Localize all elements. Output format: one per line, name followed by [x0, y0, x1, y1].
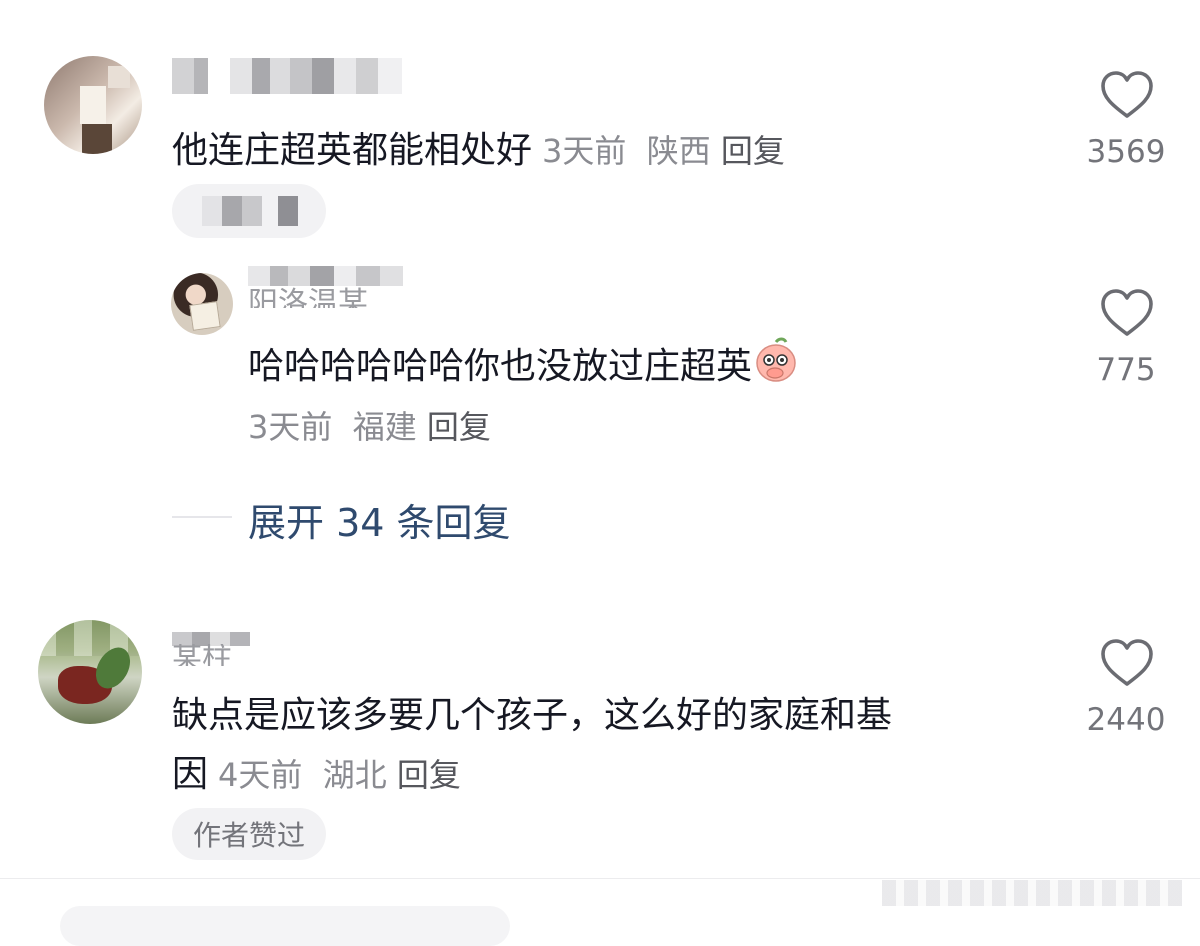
expand-replies-button[interactable]: 展开 34 条回复	[248, 492, 511, 547]
reply-button[interactable]: 回复	[397, 756, 461, 794]
like-count: 3569	[1086, 134, 1166, 170]
like-button[interactable]	[1100, 70, 1154, 120]
comment-text: 缺点是应该多要几个孩子，这么好的家庭和基	[172, 695, 893, 736]
comment: 因 4天前 湖北 回复	[172, 750, 461, 797]
comment-time: 3天前	[248, 408, 333, 446]
comment-meta: 4天前 湖北 回复	[218, 756, 461, 794]
like-count: 775	[1096, 352, 1156, 388]
comment-location: 福建	[352, 408, 417, 446]
username[interactable]: 阳洛温某	[248, 282, 368, 308]
comment: 他连庄超英都能相处好 3天前 陕西 回复	[172, 126, 785, 173]
comment: 哈哈哈哈哈哈你也没放过庄超英	[248, 336, 798, 389]
author-liked-label: 作者赞过	[192, 819, 305, 852]
comment-time: 4天前	[218, 756, 303, 794]
comment-text: 他连庄超英都能相处好	[172, 130, 533, 171]
divider	[0, 878, 1200, 879]
divider	[172, 516, 232, 518]
reply-button[interactable]: 回复	[721, 132, 785, 170]
avatar[interactable]	[171, 273, 233, 335]
watermark	[882, 880, 1182, 906]
next-comment-placeholder	[60, 906, 510, 946]
reply-button[interactable]: 回复	[427, 408, 491, 446]
heart-outline-icon	[1101, 289, 1153, 336]
like-button[interactable]	[1100, 288, 1154, 338]
heart-outline-icon	[1101, 71, 1153, 118]
username[interactable]: 某柱	[172, 644, 232, 666]
comment-meta: 3天前 福建 回复	[248, 402, 491, 448]
comment-time: 3天前	[542, 132, 627, 170]
blurred-badge	[172, 184, 326, 238]
username-mosaic[interactable]	[172, 58, 402, 94]
author-liked-badge: 作者赞过	[172, 808, 326, 860]
avatar[interactable]	[38, 620, 142, 724]
like-button[interactable]	[1100, 638, 1154, 688]
comment-location: 湖北	[322, 756, 387, 794]
comment-location: 陕西	[646, 132, 711, 170]
comment-meta: 3天前 陕西 回复	[542, 132, 785, 170]
like-count: 2440	[1086, 702, 1166, 738]
peach-cover-face-emoji	[752, 336, 798, 382]
heart-outline-icon	[1101, 639, 1153, 686]
avatar[interactable]	[44, 56, 142, 154]
comment-text: 因	[172, 754, 209, 795]
comment-text: 哈哈哈哈哈哈你也没放过庄超英	[248, 346, 753, 387]
